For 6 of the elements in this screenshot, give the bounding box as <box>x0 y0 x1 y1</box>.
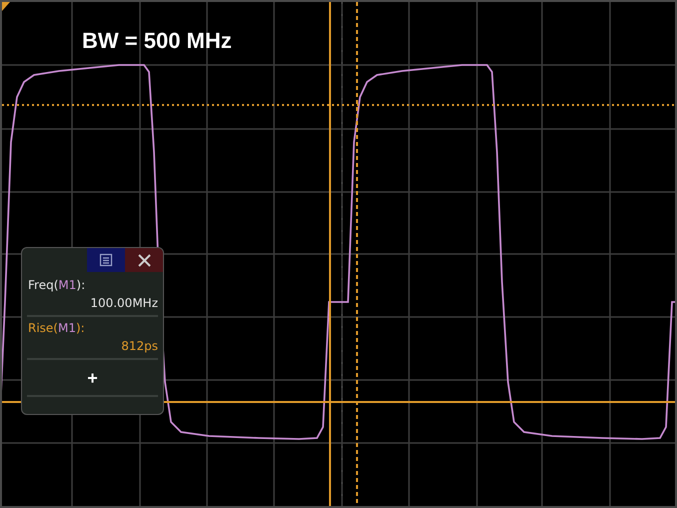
measurement-value: 100.00MHz <box>27 292 158 317</box>
measurement-label: Rise(M1): <box>27 321 86 335</box>
add-measurement-button[interactable]: + <box>81 368 104 389</box>
annotation-text: BW = 500 MHz <box>82 28 232 54</box>
measurement-label: Freq(M1): <box>27 278 86 292</box>
measurement-value: 812ps <box>27 335 158 360</box>
